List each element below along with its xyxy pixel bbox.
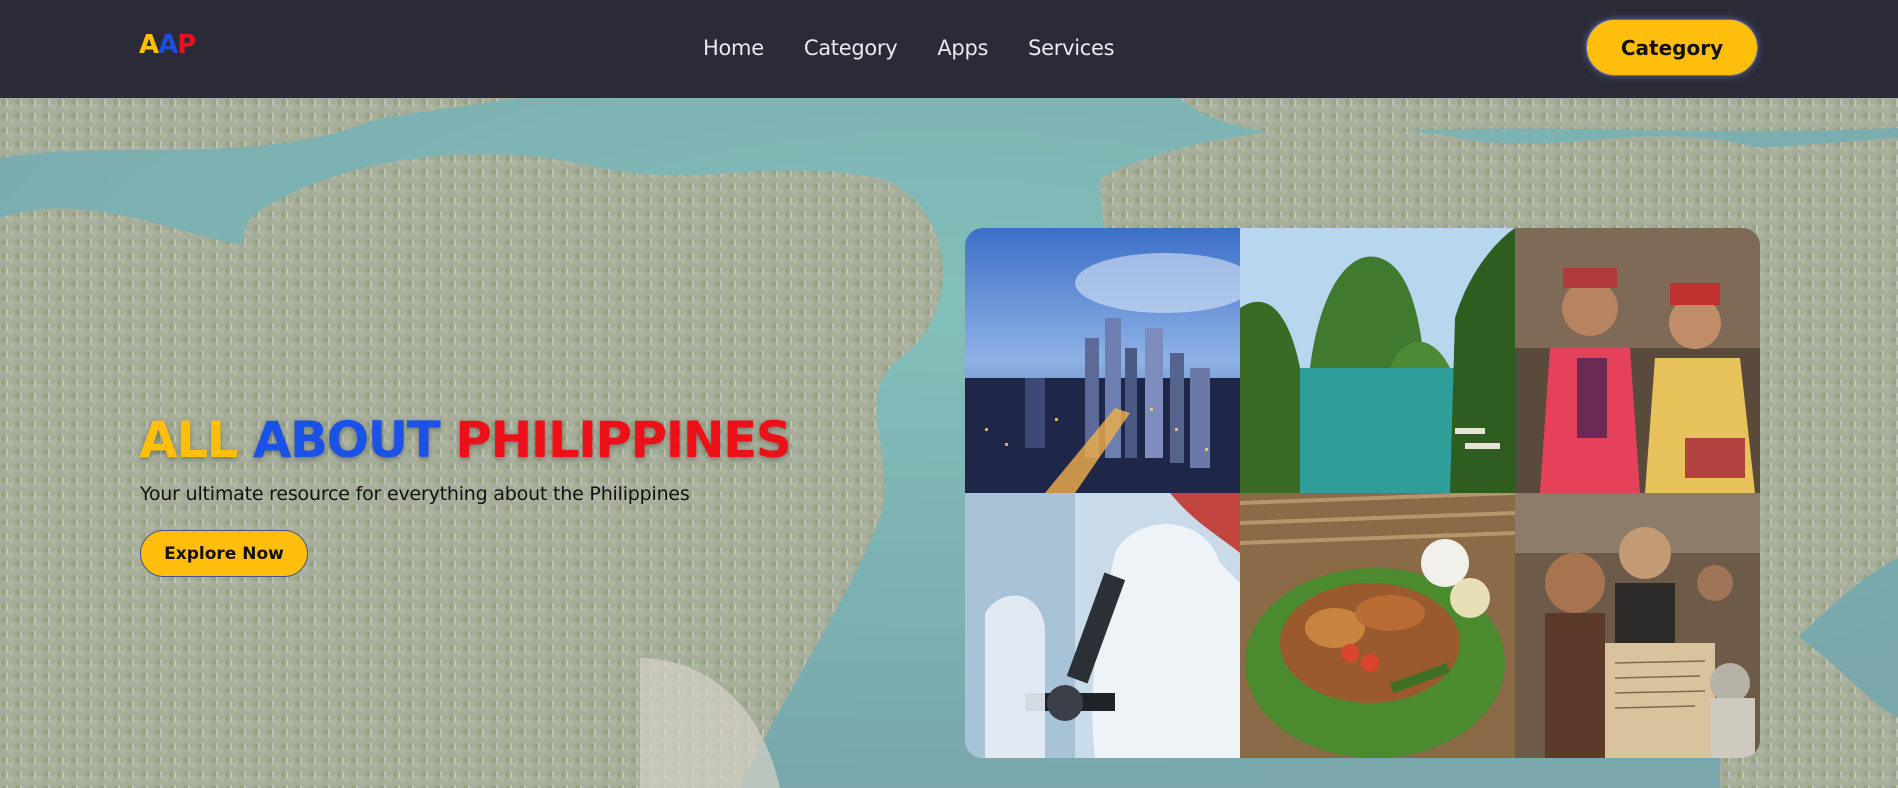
nav-link-apps[interactable]: Apps — [937, 36, 988, 60]
nav-link-services[interactable]: Services — [1028, 36, 1114, 60]
nav-link-category[interactable]: Category — [804, 36, 898, 60]
category-button[interactable]: Category — [1586, 19, 1758, 76]
nav-link-home[interactable]: Home — [703, 36, 764, 60]
title-word-all: ALL — [139, 411, 238, 469]
logo-letter-a2: A — [158, 30, 178, 60]
karst-lagoon-image — [1240, 228, 1515, 493]
logo-letter-a1: A — [139, 30, 159, 60]
logo[interactable]: AAP — [139, 30, 196, 60]
elders-portrait-image — [1515, 228, 1760, 493]
photo-collage — [965, 228, 1760, 758]
hero-title: ALL ABOUT PHILIPPINES — [139, 411, 792, 469]
explore-now-button[interactable]: Explore Now — [140, 530, 308, 577]
title-word-about: ABOUT — [252, 411, 441, 469]
filipino-feast-image — [1240, 493, 1515, 758]
nav-links: Home Category Apps Services — [703, 36, 1154, 60]
navbar: AAP Home Category Apps Services Category — [0, 0, 1898, 98]
scientist-microscope-image — [965, 493, 1240, 758]
heritage-collage-image — [1515, 493, 1760, 758]
title-word-philippines: PHILIPPINES — [455, 411, 791, 469]
hero-subtitle: Your ultimate resource for everything ab… — [140, 483, 690, 505]
city-skyline-image — [965, 228, 1240, 493]
logo-letter-p: P — [177, 30, 196, 60]
